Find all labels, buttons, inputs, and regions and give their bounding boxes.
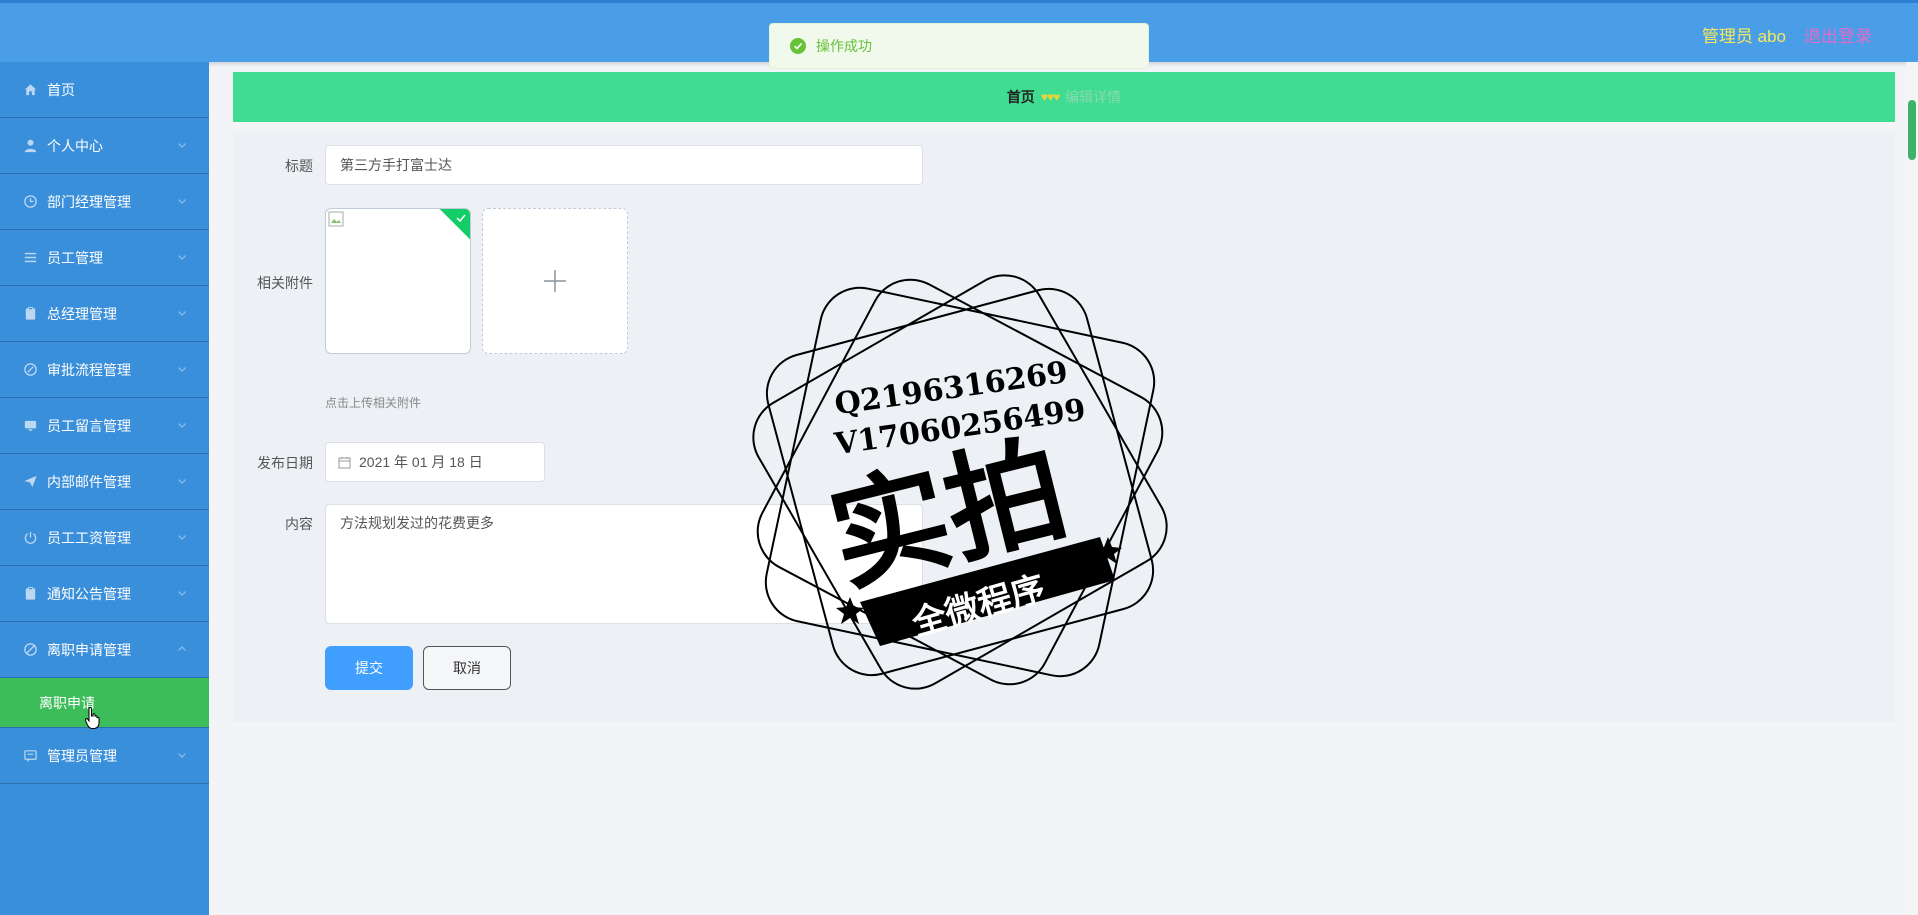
breadcrumb-heart-separator: ♥♥♥	[1040, 90, 1060, 104]
submit-button-label: 提交	[355, 660, 383, 676]
home-icon	[22, 82, 38, 98]
sidebar-item-dept-manager[interactable]: 部门经理管理	[0, 174, 209, 230]
chat-icon	[22, 748, 38, 764]
calendar-icon	[338, 456, 351, 468]
compass-icon	[22, 362, 38, 378]
success-toast: 操作成功	[769, 23, 1149, 69]
attachment-label: 相关附件	[257, 275, 313, 291]
sidebar-item-label: 内部邮件管理	[47, 473, 131, 490]
submit-button[interactable]: 提交	[325, 646, 413, 690]
breadcrumb-current: 编辑详情	[1065, 89, 1122, 105]
content-textarea-value: 方法规划发过的花费更多	[340, 515, 494, 531]
sidebar-item-label: 审批流程管理	[47, 361, 131, 378]
chevron-down-icon	[178, 255, 186, 260]
sidebar-item-label: 总经理管理	[47, 305, 117, 322]
sidebar-item-label: 员工管理	[47, 249, 103, 266]
sidebar-item-employee[interactable]: 员工管理	[0, 230, 209, 286]
sidebar-item-label: 离职申请管理	[47, 641, 131, 658]
sidebar-item-label: 部门经理管理	[47, 193, 131, 210]
publish-date-label: 发布日期	[257, 455, 313, 471]
clipboard-icon	[22, 306, 38, 322]
no-entry-icon	[22, 642, 38, 658]
clipboard-icon	[22, 586, 38, 602]
sidebar-item-salary[interactable]: 员工工资管理	[0, 510, 209, 566]
chevron-down-icon	[178, 199, 186, 204]
broken-image-icon	[328, 211, 344, 227]
sidebar-item-label: 通知公告管理	[47, 585, 131, 602]
success-check-icon	[790, 38, 806, 54]
publish-date-picker[interactable]: 2021 年 01 月 18 日	[325, 442, 545, 482]
plus-icon	[544, 270, 566, 292]
chevron-up-icon	[178, 646, 186, 651]
title-input-value: 第三方手打富士达	[340, 157, 452, 173]
page-scrollbar-thumb[interactable]	[1908, 100, 1916, 160]
sidebar-subitem-resignation-apply[interactable]: 离职申请	[0, 678, 209, 728]
sidebar-item-label: 个人中心	[47, 137, 103, 154]
chevron-down-icon	[178, 591, 186, 596]
chevron-down-icon	[178, 311, 186, 316]
sidebar-item-personal-center[interactable]: 个人中心	[0, 118, 209, 174]
sidebar-item-label: 员工工资管理	[47, 529, 131, 546]
attachment-hint: 点击上传相关附件	[325, 396, 422, 410]
header-top-line	[0, 0, 1918, 3]
publish-date-value: 2021 年 01 月 18 日	[359, 454, 483, 470]
page-scrollbar-track[interactable]	[1906, 62, 1918, 915]
monitor-icon	[22, 418, 38, 434]
sidebar-item-approval-flow[interactable]: 审批流程管理	[0, 342, 209, 398]
title-input[interactable]: 第三方手打富士达	[325, 145, 923, 185]
sidebar-item-general-manager[interactable]: 总经理管理	[0, 286, 209, 342]
edit-form-panel: 标题 第三方手打富士达 相关附件 点击上传相关附件 发布日期 2021 年 01…	[233, 132, 1895, 722]
sidebar-item-resignation[interactable]: 离职申请管理	[0, 622, 209, 678]
chevron-down-icon	[178, 367, 186, 372]
menu-icon	[22, 250, 38, 266]
sidebar: 首页 个人中心 部门经理管理 员工管理 总经理管理 审批流程管理 员工留言管理 …	[0, 62, 209, 915]
sidebar-item-label: 首页	[47, 81, 75, 98]
chevron-down-icon	[178, 423, 186, 428]
content-textarea[interactable]: 方法规划发过的花费更多	[325, 504, 923, 624]
clock-icon	[22, 194, 38, 210]
add-attachment-button[interactable]	[482, 208, 628, 354]
title-label: 标题	[285, 158, 313, 174]
chevron-down-icon	[178, 479, 186, 484]
power-icon	[22, 530, 38, 546]
breadcrumb-home-link[interactable]: 首页	[1007, 87, 1035, 107]
content-label: 内容	[285, 516, 313, 532]
sidebar-item-home[interactable]: 首页	[0, 62, 209, 118]
hand-cursor-icon	[84, 706, 100, 729]
toast-message: 操作成功	[816, 38, 872, 54]
check-icon	[456, 214, 466, 223]
sidebar-item-admin[interactable]: 管理员管理	[0, 728, 209, 784]
chevron-down-icon	[178, 753, 186, 758]
uploaded-image-thumbnail[interactable]	[325, 208, 471, 354]
cancel-button-label: 取消	[453, 660, 481, 676]
breadcrumb: 首页 ♥♥♥ 编辑详情	[233, 72, 1895, 122]
chevron-down-icon	[178, 535, 186, 540]
logout-link[interactable]: 退出登录	[1804, 22, 1872, 47]
sidebar-item-employee-messages[interactable]: 员工留言管理	[0, 398, 209, 454]
sidebar-item-label: 管理员管理	[47, 747, 117, 764]
sidebar-item-internal-mail[interactable]: 内部邮件管理	[0, 454, 209, 510]
sidebar-item-label: 员工留言管理	[47, 417, 131, 434]
send-icon	[22, 474, 38, 490]
sidebar-item-notice[interactable]: 通知公告管理	[0, 566, 209, 622]
user-icon	[22, 138, 38, 154]
chevron-down-icon	[178, 143, 186, 148]
admin-user-label: 管理员 abo	[1701, 27, 1786, 46]
cancel-button[interactable]: 取消	[423, 646, 511, 690]
